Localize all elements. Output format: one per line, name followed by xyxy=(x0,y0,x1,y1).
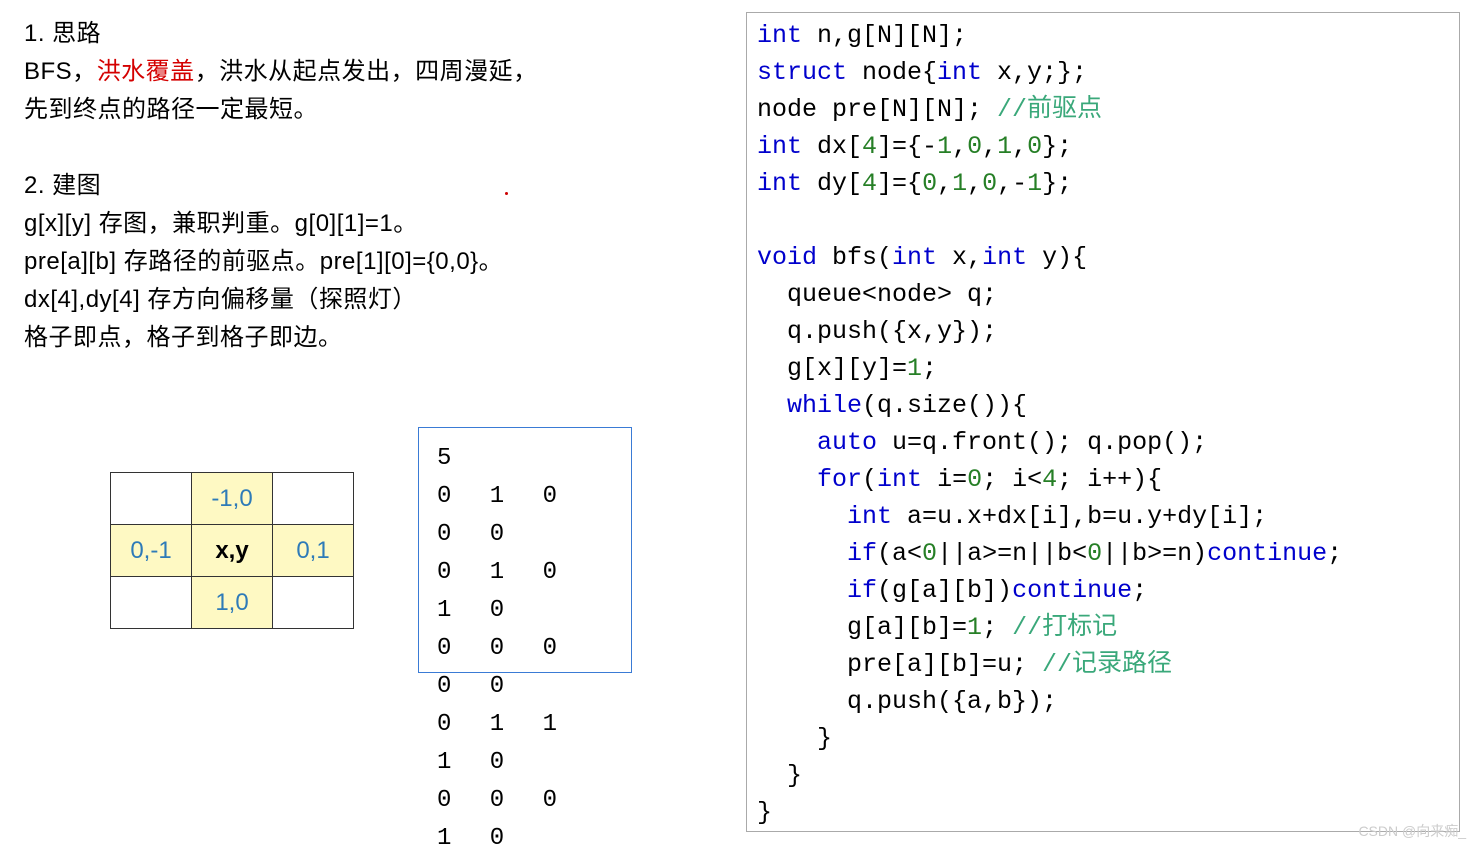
paragraph-1b: 先到终点的路径一定最短。 xyxy=(24,91,724,129)
sample-input-box: 5 0 1 0 0 0 0 1 0 1 0 0 0 0 0 0 0 1 1 1 … xyxy=(418,427,632,673)
grid-cell xyxy=(273,473,354,525)
grid-cell xyxy=(111,473,192,525)
cursor-dot xyxy=(505,192,508,195)
paragraph-2a: g[x][y] 存图，兼职判重。g[0][1]=1。 xyxy=(24,205,724,243)
grid-up: -1,0 xyxy=(192,473,273,525)
matrix-row: 0 0 0 0 0 xyxy=(437,630,613,706)
matrix-n: 5 xyxy=(437,440,613,478)
grid-down: 1,0 xyxy=(192,577,273,629)
direction-grid: -1,0 0,-1 x,y 0,1 1,0 xyxy=(110,472,354,629)
grid-left: 0,-1 xyxy=(111,525,192,577)
grid-right: 0,1 xyxy=(273,525,354,577)
heading-2: 2. 建图 xyxy=(24,167,724,205)
code-panel: int n,g[N][N]; struct node{int x,y;}; no… xyxy=(746,12,1460,832)
matrix-row: 0 1 0 1 0 xyxy=(437,554,613,630)
explanation-panel: 1. 思路 BFS，洪水覆盖，洪水从起点发出，四周漫延， 先到终点的路径一定最短… xyxy=(24,15,724,357)
grid-center: x,y xyxy=(192,525,273,577)
paragraph-2b: pre[a][b] 存路径的前驱点。pre[1][0]={0,0}。 xyxy=(24,243,724,281)
paragraph-2d: 格子即点，格子到格子即边。 xyxy=(24,319,724,357)
matrix-row: 0 1 0 0 0 xyxy=(437,478,613,554)
grid-cell xyxy=(273,577,354,629)
highlight-term: 洪水覆盖 xyxy=(97,58,195,85)
grid-cell xyxy=(111,577,192,629)
paragraph-2c: dx[4],dy[4] 存方向偏移量（探照灯） xyxy=(24,281,724,319)
watermark: CSDN @向来痴_ xyxy=(1358,821,1466,841)
heading-1: 1. 思路 xyxy=(24,15,724,53)
paragraph-1: BFS，洪水覆盖，洪水从起点发出，四周漫延， xyxy=(24,53,724,91)
matrix-row: 0 1 1 1 0 xyxy=(437,706,613,782)
